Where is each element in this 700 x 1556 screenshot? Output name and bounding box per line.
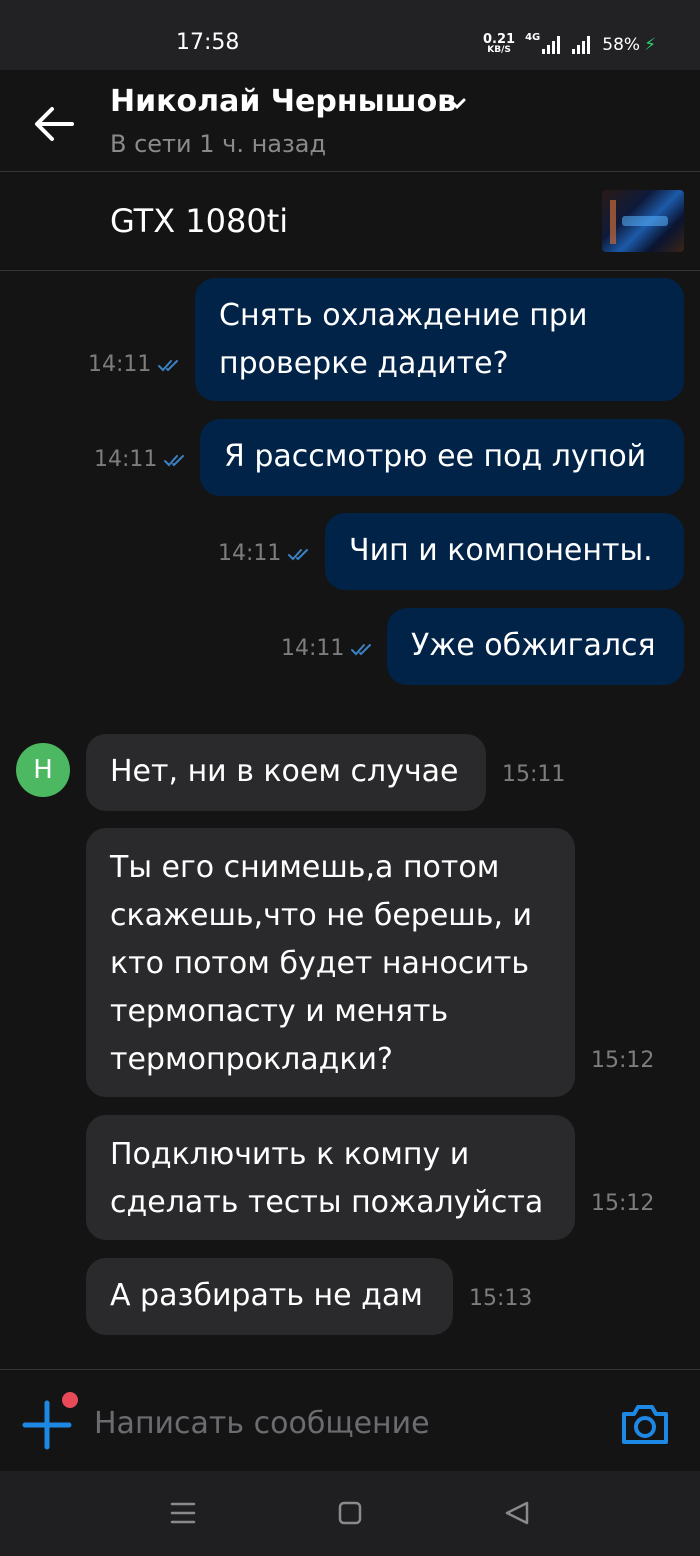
signal-icon: [572, 36, 591, 54]
listing-bar[interactable]: GTX 1080ti: [0, 171, 700, 271]
message-text: Уже обжигался: [411, 628, 656, 663]
home-icon[interactable]: [338, 1501, 362, 1525]
network-speed: 0.21 KB/S: [483, 32, 516, 55]
contact-name[interactable]: Николай Чернышов: [110, 84, 456, 119]
message-meta: 14:11: [88, 352, 185, 377]
message-input[interactable]: [94, 1398, 574, 1448]
message-composer: [0, 1369, 700, 1471]
message-time: 14:11: [218, 541, 282, 566]
read-checkmarks-icon: [288, 548, 309, 560]
message-meta: 15:12: [591, 1191, 654, 1216]
message-text: Чип и компоненты.: [349, 533, 653, 568]
message-text: Снять охлаждение при: [219, 298, 588, 333]
incoming-message[interactable]: А разбирать не дам: [86, 1258, 453, 1335]
status-bar: 17:58 0.21 KB/S 4G 58% ⚡: [0, 0, 700, 70]
message-time: 14:11: [94, 447, 158, 472]
read-checkmarks-icon: [351, 643, 372, 655]
message-text: А разбирать не дам: [110, 1278, 423, 1313]
message-time: 15:13: [469, 1286, 533, 1311]
incoming-message[interactable]: Ты его снимешь,а потом скажешь,что не бе…: [86, 828, 575, 1097]
message-meta: 15:12: [591, 1048, 654, 1073]
message-time: 15:11: [502, 762, 566, 787]
message-meta: 15:11: [502, 762, 565, 787]
status-indicators: 0.21 KB/S 4G 58% ⚡: [483, 32, 656, 58]
outgoing-message[interactable]: Я рассмотрю ее под лупой: [200, 419, 684, 496]
message-text: Подключить к компу и: [110, 1137, 470, 1172]
message-time: 15:12: [591, 1191, 655, 1216]
incoming-message[interactable]: Подключить к компу и сделать тесты пожал…: [86, 1115, 575, 1240]
message-text: термопасту и менять: [110, 994, 449, 1029]
outgoing-message[interactable]: Уже обжигался: [387, 608, 684, 685]
message-time: 15:12: [591, 1048, 655, 1073]
incoming-message[interactable]: Нет, ни в коем случае: [86, 734, 486, 811]
chat-header: Николай Чернышов В сети 1 ч. назад: [0, 70, 700, 170]
battery-level: 58%: [602, 35, 641, 55]
menu-icon[interactable]: [170, 1501, 196, 1525]
network-type: 4G: [525, 32, 541, 43]
notification-dot: [62, 1392, 78, 1408]
message-text: сделать тесты пожалуйста: [110, 1185, 544, 1220]
message-text: проверке дадите?: [219, 346, 509, 381]
back-arrow-icon[interactable]: [32, 104, 76, 144]
read-checkmarks-icon: [158, 359, 179, 371]
back-triangle-icon[interactable]: [504, 1501, 530, 1525]
message-text: Я рассмотрю ее под лупой: [224, 439, 647, 474]
system-navigation-bar: [0, 1471, 700, 1556]
message-text: скажешь,что не берешь, и: [110, 898, 533, 933]
chevron-down-icon[interactable]: [448, 98, 466, 110]
network-speed-value: 0.21: [483, 32, 516, 47]
message-meta: 14:11: [281, 636, 378, 661]
message-meta: 15:13: [469, 1286, 532, 1311]
outgoing-message[interactable]: Снять охлаждение при проверке дадите?: [195, 278, 684, 401]
avatar[interactable]: Н: [16, 743, 70, 797]
message-time: 14:11: [88, 352, 152, 377]
listing-thumbnail[interactable]: [602, 190, 684, 252]
contact-status: В сети 1 ч. назад: [110, 130, 327, 158]
signal-icon: [542, 36, 561, 54]
outgoing-message[interactable]: Чип и компоненты.: [325, 513, 684, 590]
network-speed-unit: KB/S: [487, 45, 511, 55]
message-text: термопрокладки?: [110, 1042, 393, 1077]
camera-icon[interactable]: [620, 1402, 670, 1446]
message-text: кто потом будет наносить: [110, 946, 530, 981]
read-checkmarks-icon: [164, 454, 185, 466]
message-meta: 14:11: [218, 541, 315, 566]
status-time: 17:58: [176, 30, 240, 55]
message-time: 14:11: [281, 636, 345, 661]
message-meta: 14:11: [94, 447, 191, 472]
plus-icon[interactable]: [22, 1400, 72, 1450]
message-text: Ты его снимешь,а потом: [110, 850, 500, 885]
listing-title[interactable]: GTX 1080ti: [110, 202, 288, 240]
charging-icon: ⚡: [644, 35, 656, 55]
message-text: Нет, ни в коем случае: [110, 754, 459, 789]
